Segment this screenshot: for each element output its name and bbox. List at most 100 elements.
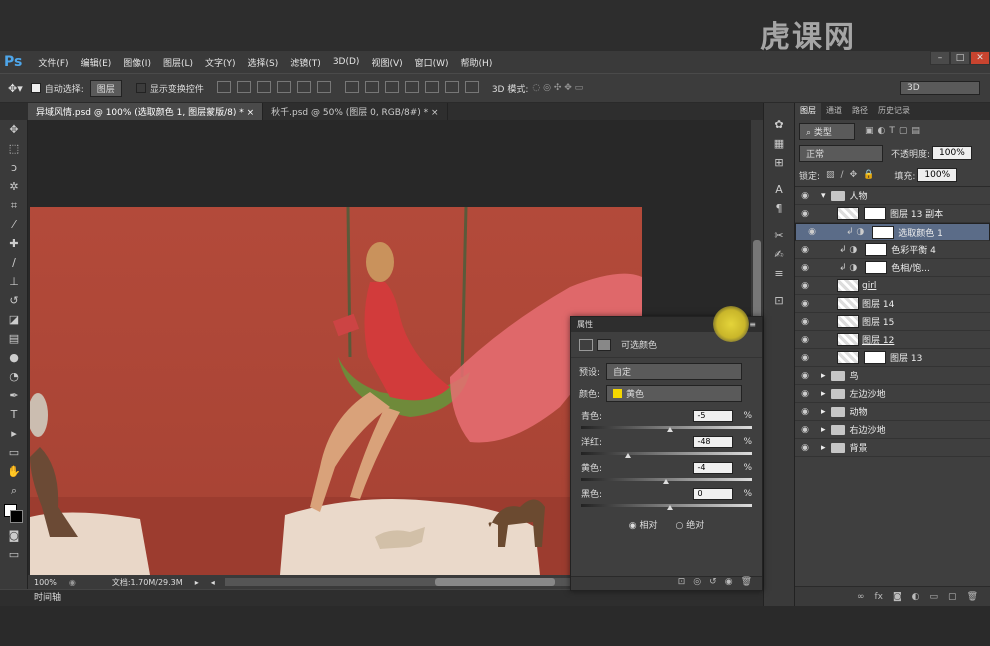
opacity-input[interactable]: 100% bbox=[932, 146, 972, 160]
expand-arrow-icon[interactable]: ▸ bbox=[821, 371, 826, 381]
shape-tool-icon[interactable]: ▭ bbox=[0, 443, 28, 462]
slider-knob[interactable] bbox=[666, 505, 673, 510]
slider-track[interactable] bbox=[581, 452, 752, 458]
new-layer-icon[interactable]: ▢ bbox=[948, 592, 957, 602]
clip-icon[interactable]: ⊡ bbox=[678, 577, 686, 590]
pen-tool-icon[interactable]: ✒ bbox=[0, 386, 28, 405]
layer-row[interactable]: ◉ 图层 13 bbox=[795, 349, 990, 367]
layer-row[interactable]: ◉ ▸ 右边沙地 bbox=[795, 421, 990, 439]
hscroll-left-icon[interactable]: ◂ bbox=[205, 578, 221, 587]
visibility-icon[interactable]: ◉ bbox=[795, 443, 815, 453]
artwork-image[interactable] bbox=[30, 207, 642, 575]
layer-mask-thumb[interactable] bbox=[864, 351, 886, 364]
visibility-icon[interactable]: ◉ bbox=[795, 281, 815, 291]
layer-row[interactable]: ◉ ▸ 左边沙地 bbox=[795, 385, 990, 403]
layer-filter-dropdown[interactable]: ⌕ 类型 bbox=[799, 122, 855, 140]
auto-align-icon[interactable] bbox=[464, 80, 479, 93]
expand-arrow-icon[interactable]: ▸ bbox=[821, 389, 826, 399]
slider-value-input[interactable]: 0 bbox=[693, 487, 734, 500]
quick-mask-icon[interactable]: ◙ bbox=[0, 526, 28, 545]
layer-row[interactable]: ◉ 图层 12 bbox=[795, 331, 990, 349]
tab-channels[interactable]: 通道 bbox=[821, 103, 847, 120]
visibility-icon[interactable]: ◉ bbox=[795, 407, 815, 417]
slider-knob[interactable] bbox=[625, 453, 632, 458]
distribute-vcenter-icon[interactable] bbox=[364, 80, 379, 93]
panel-menu-icon[interactable]: ≡ bbox=[749, 320, 762, 329]
visibility-icon[interactable]: ◉ bbox=[802, 227, 822, 237]
menu-layer[interactable]: 图层(L) bbox=[157, 56, 199, 69]
status-icon[interactable]: ◉ bbox=[63, 578, 82, 587]
workspace-dropdown[interactable]: 3D bbox=[900, 81, 980, 95]
blend-mode-dropdown[interactable]: 正常 bbox=[799, 144, 883, 162]
distribute-hcenter-icon[interactable] bbox=[424, 80, 439, 93]
blur-tool-icon[interactable]: ● bbox=[0, 348, 28, 367]
layer-row[interactable]: ◉ ▸ 背景 bbox=[795, 439, 990, 457]
paragraph-panel-icon[interactable]: ¶ bbox=[764, 199, 794, 218]
preset-dropdown[interactable]: 自定 bbox=[606, 363, 743, 380]
visibility-icon[interactable]: ◉ bbox=[795, 353, 815, 363]
visibility-icon[interactable]: ◉ bbox=[795, 371, 815, 381]
menu-image[interactable]: 图像(I) bbox=[117, 56, 157, 69]
3d-tools-icons[interactable]: ◌ ◎ ✣ ✥ ▭ bbox=[532, 83, 583, 93]
move-tool-icon[interactable]: ✥ bbox=[0, 120, 28, 139]
hscroll-thumb[interactable] bbox=[434, 578, 555, 586]
close-button[interactable]: ✕ bbox=[970, 51, 990, 65]
layer-row[interactable]: ◉ ↲ ◑ 选取颜色 1 bbox=[795, 223, 990, 241]
layer-thumb[interactable] bbox=[837, 351, 859, 364]
layer-thumb[interactable] bbox=[837, 207, 859, 220]
layer-row[interactable]: ◉ 图层 15 bbox=[795, 313, 990, 331]
fill-input[interactable]: 100% bbox=[917, 168, 958, 182]
align-top-icon[interactable] bbox=[216, 80, 231, 93]
tools-preset-icon[interactable]: ✂ bbox=[764, 226, 794, 245]
tab-history[interactable]: 历史记录 bbox=[873, 103, 915, 120]
zoom-tool-icon[interactable]: ⌕ bbox=[0, 481, 28, 500]
menu-filter[interactable]: 滤镜(T) bbox=[284, 56, 327, 69]
distribute-right-icon[interactable] bbox=[444, 80, 459, 93]
layer-mask-thumb[interactable] bbox=[865, 261, 888, 274]
layer-mask-thumb[interactable] bbox=[864, 207, 886, 220]
auto-select-dropdown[interactable]: 图层 bbox=[89, 79, 122, 97]
screen-mode-icon[interactable]: ▭ bbox=[0, 545, 28, 564]
delete-layer-icon[interactable]: 🗑 bbox=[967, 592, 978, 602]
visibility-icon[interactable]: ◉ bbox=[795, 245, 815, 255]
marquee-tool-icon[interactable]: ⬚ bbox=[0, 139, 28, 158]
visibility-icon[interactable]: ◉ bbox=[725, 577, 733, 590]
trash-icon[interactable]: 🗑 bbox=[741, 577, 752, 590]
path-select-icon[interactable]: ▸ bbox=[0, 424, 28, 443]
minimize-button[interactable]: – bbox=[930, 51, 950, 65]
tab-paths[interactable]: 路径 bbox=[847, 103, 873, 120]
brush-preset-icon[interactable]: ✍ bbox=[764, 245, 794, 264]
layer-thumb[interactable] bbox=[837, 333, 859, 346]
align-bottom-icon[interactable] bbox=[256, 80, 271, 93]
gradient-icon[interactable]: ▤ bbox=[0, 329, 28, 348]
tab-swing-psd[interactable]: 秋千.psd @ 50% (图层 0, RGB/8#) * × bbox=[263, 103, 448, 120]
tab-exotic-psd[interactable]: 异域风情.psd @ 100% (选取颜色 1, 图层蒙版/8) * × bbox=[28, 103, 264, 120]
link-layers-icon[interactable]: ∞ bbox=[857, 592, 865, 602]
new-adjustment-icon[interactable]: ◐ bbox=[912, 592, 920, 602]
menu-type[interactable]: 文字(Y) bbox=[199, 56, 242, 69]
layer-row[interactable]: ◉ ▸ 鸟 bbox=[795, 367, 990, 385]
brush-tool-icon[interactable]: ∕ bbox=[0, 253, 28, 272]
lasso-tool-icon[interactable]: ↄ bbox=[0, 158, 28, 177]
distribute-top-icon[interactable] bbox=[344, 80, 359, 93]
slider-track[interactable] bbox=[581, 478, 752, 484]
menu-3d[interactable]: 3D(D) bbox=[327, 57, 366, 67]
layer-row[interactable]: ◉ 图层 13 副本 bbox=[795, 205, 990, 223]
healing-brush-icon[interactable]: ✚ bbox=[0, 234, 28, 253]
menu-file[interactable]: 文件(F) bbox=[32, 56, 74, 69]
character-panel-icon[interactable]: A bbox=[764, 180, 794, 199]
slider-value-input[interactable]: -4 bbox=[693, 461, 734, 474]
mask-icon[interactable] bbox=[597, 338, 611, 351]
menu-window[interactable]: 窗口(W) bbox=[409, 56, 455, 69]
type-tool-icon[interactable]: T bbox=[0, 405, 28, 424]
move-tool-icon[interactable]: ✥▾ bbox=[8, 82, 23, 95]
layer-row[interactable]: ◉ ▸ 动物 bbox=[795, 403, 990, 421]
visibility-icon[interactable]: ◉ bbox=[795, 389, 815, 399]
visibility-icon[interactable]: ◉ bbox=[795, 263, 815, 273]
visibility-icon[interactable]: ◉ bbox=[795, 191, 815, 201]
distribute-left-icon[interactable] bbox=[404, 80, 419, 93]
expand-arrow-icon[interactable]: ▾ bbox=[821, 191, 826, 201]
adjustments-panel-icon[interactable]: ⊞ bbox=[764, 153, 794, 172]
eyedropper-icon[interactable]: ⁄ bbox=[0, 215, 28, 234]
hand-tool-icon[interactable]: ✋ bbox=[0, 462, 28, 481]
